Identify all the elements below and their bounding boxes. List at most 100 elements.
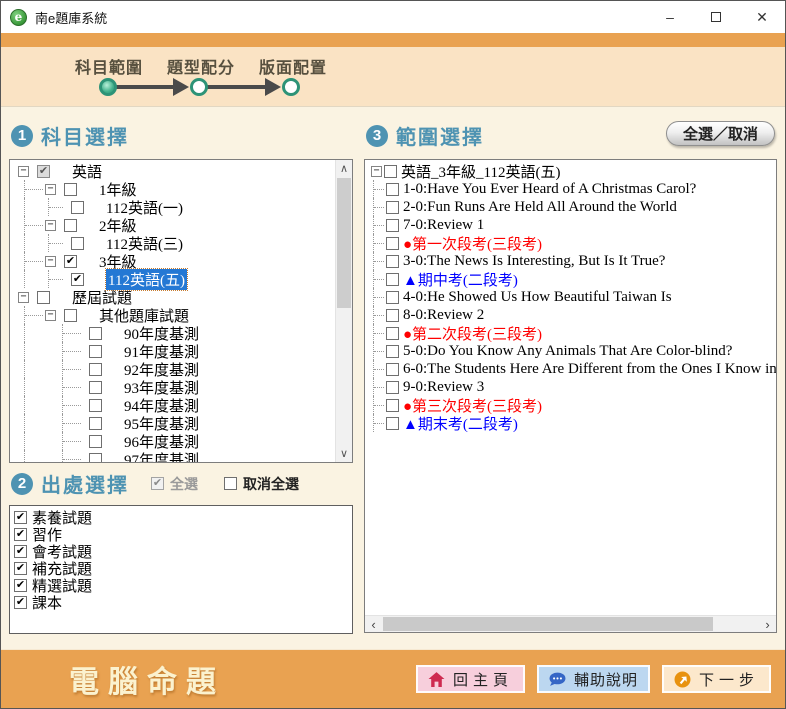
- tree-item[interactable]: 96年度基測: [10, 432, 352, 450]
- home-button-label: 回主頁: [453, 669, 513, 690]
- expander-icon[interactable]: −: [18, 292, 29, 303]
- checkbox-unchecked[interactable]: [384, 165, 397, 178]
- checkbox-unchecked[interactable]: [386, 219, 399, 232]
- checkbox-unchecked[interactable]: [386, 183, 399, 196]
- tree-item[interactable]: −1年級: [10, 180, 352, 198]
- checkbox-unchecked[interactable]: [89, 453, 102, 464]
- tree-item[interactable]: 95年度基測: [10, 414, 352, 432]
- expander-icon[interactable]: −: [45, 184, 56, 195]
- scroll-right-icon[interactable]: ›: [759, 616, 776, 633]
- scrollbar-thumb[interactable]: [383, 617, 713, 631]
- select-toggle-button[interactable]: 全選／取消: [666, 121, 775, 146]
- tree-item-selected[interactable]: ✔112英語(五): [10, 270, 352, 288]
- checkbox-checked[interactable]: ✔: [14, 579, 27, 592]
- checkbox-unchecked[interactable]: [386, 255, 399, 268]
- expander-icon[interactable]: −: [371, 166, 382, 177]
- scroll-left-icon[interactable]: ‹: [365, 616, 382, 633]
- tree-item[interactable]: 8-0:Review 2: [365, 306, 776, 324]
- accent-strip: [1, 33, 785, 47]
- tree-item[interactable]: ▲期中考(二段考): [365, 270, 776, 288]
- tree-item[interactable]: 4-0:He Showed Us How Beautiful Taiwan Is: [365, 288, 776, 306]
- checkbox-unchecked[interactable]: [89, 363, 102, 376]
- checkbox-unchecked[interactable]: [386, 399, 399, 412]
- list-item[interactable]: ✔課本: [10, 594, 352, 611]
- checkbox-checked[interactable]: ✔: [64, 255, 77, 268]
- checkbox-unchecked[interactable]: [71, 201, 84, 214]
- checkbox-checked[interactable]: ✔: [14, 545, 27, 558]
- checkbox-unchecked[interactable]: [386, 291, 399, 304]
- checkbox-unchecked[interactable]: [64, 183, 77, 196]
- checkbox-unchecked[interactable]: [71, 237, 84, 250]
- tree-item[interactable]: 91年度基測: [10, 342, 352, 360]
- tree-item[interactable]: 112英語(三): [10, 234, 352, 252]
- tree-item[interactable]: 93年度基測: [10, 378, 352, 396]
- tree-item[interactable]: −歷屆試題: [10, 288, 352, 306]
- close-button[interactable]: ✕: [739, 1, 785, 33]
- tree-item-label: 1-0:Have You Ever Heard of A Christmas C…: [403, 181, 696, 198]
- checkbox-unchecked[interactable]: [386, 417, 399, 430]
- tree-item[interactable]: −2年級: [10, 216, 352, 234]
- tree-item[interactable]: 3-0:The News Is Interesting, But Is It T…: [365, 252, 776, 270]
- horizontal-scrollbar[interactable]: ‹ ›: [365, 615, 776, 632]
- checkbox-unchecked[interactable]: [64, 309, 77, 322]
- tree-item[interactable]: 9-0:Review 3: [365, 378, 776, 396]
- tree-item[interactable]: 2-0:Fun Runs Are Held All Around the Wor…: [365, 198, 776, 216]
- checkbox-checked[interactable]: ✔: [14, 511, 27, 524]
- tree-item[interactable]: 6-0:The Students Here Are Different from…: [365, 360, 776, 378]
- scroll-down-icon[interactable]: ∨: [336, 445, 352, 462]
- checkbox-unchecked[interactable]: [386, 327, 399, 340]
- next-button[interactable]: 下一步: [662, 665, 771, 693]
- expander-icon[interactable]: −: [45, 310, 56, 321]
- checkbox-unchecked[interactable]: [37, 291, 50, 304]
- expander-icon[interactable]: −: [45, 256, 56, 267]
- checkbox-checked[interactable]: ✔: [14, 596, 27, 609]
- expander-icon[interactable]: −: [45, 220, 56, 231]
- tree-item[interactable]: −✔英語: [10, 162, 352, 180]
- select-all-checkbox[interactable]: ✔: [151, 477, 164, 490]
- checkbox-unchecked[interactable]: [89, 417, 102, 430]
- checkbox-unchecked[interactable]: [89, 399, 102, 412]
- tree-item[interactable]: ●第二次段考(三段考): [365, 324, 776, 342]
- checkbox-unchecked[interactable]: [386, 237, 399, 250]
- tree-item[interactable]: 94年度基測: [10, 396, 352, 414]
- tree-item[interactable]: 1-0:Have You Ever Heard of A Christmas C…: [365, 180, 776, 198]
- deselect-all-checkbox[interactable]: [224, 477, 237, 490]
- source-section-title: 出處選擇: [41, 469, 129, 498]
- tree-item[interactable]: ●第一次段考(三段考): [365, 234, 776, 252]
- checkbox-checked[interactable]: ✔: [14, 562, 27, 575]
- minimize-button[interactable]: –: [647, 1, 693, 33]
- maximize-button[interactable]: [693, 1, 739, 33]
- scrollbar-thumb[interactable]: [337, 178, 351, 308]
- vertical-scrollbar[interactable]: ∧ ∨: [335, 160, 352, 462]
- checkbox-unchecked[interactable]: [386, 309, 399, 322]
- tree-item[interactable]: 97年度基測: [10, 450, 352, 463]
- tree-item[interactable]: ▲期末考(二段考): [365, 414, 776, 432]
- tree-item[interactable]: ●第三次段考(三段考): [365, 396, 776, 414]
- checkbox-unchecked[interactable]: [64, 219, 77, 232]
- tree-item[interactable]: −其他題庫試題: [10, 306, 352, 324]
- footer-bar: 電腦命題 回主頁 輔助說明 下一步: [1, 649, 785, 708]
- checkbox-unchecked[interactable]: [89, 327, 102, 340]
- checkbox-checked[interactable]: ✔: [71, 273, 84, 286]
- home-button[interactable]: 回主頁: [416, 665, 525, 693]
- tree-item-root[interactable]: −英語_3年級_112英語(五): [365, 162, 776, 180]
- tree-item[interactable]: 5-0:Do You Know Any Animals That Are Col…: [365, 342, 776, 360]
- checkbox-unchecked[interactable]: [386, 345, 399, 358]
- help-button[interactable]: 輔助說明: [537, 665, 650, 693]
- checkbox-unchecked[interactable]: [386, 363, 399, 376]
- checkbox-gray-checked[interactable]: ✔: [37, 165, 50, 178]
- checkbox-unchecked[interactable]: [89, 381, 102, 394]
- checkbox-unchecked[interactable]: [386, 201, 399, 214]
- tree-item[interactable]: 90年度基測: [10, 324, 352, 342]
- checkbox-unchecked[interactable]: [89, 345, 102, 358]
- checkbox-unchecked[interactable]: [386, 381, 399, 394]
- tree-item[interactable]: 7-0:Review 1: [365, 216, 776, 234]
- scroll-up-icon[interactable]: ∧: [336, 160, 352, 177]
- checkbox-checked[interactable]: ✔: [14, 528, 27, 541]
- tree-item[interactable]: −✔3年級: [10, 252, 352, 270]
- tree-item[interactable]: 92年度基測: [10, 360, 352, 378]
- checkbox-unchecked[interactable]: [386, 273, 399, 286]
- expander-icon[interactable]: −: [18, 166, 29, 177]
- checkbox-unchecked[interactable]: [89, 435, 102, 448]
- tree-item[interactable]: 112英語(一): [10, 198, 352, 216]
